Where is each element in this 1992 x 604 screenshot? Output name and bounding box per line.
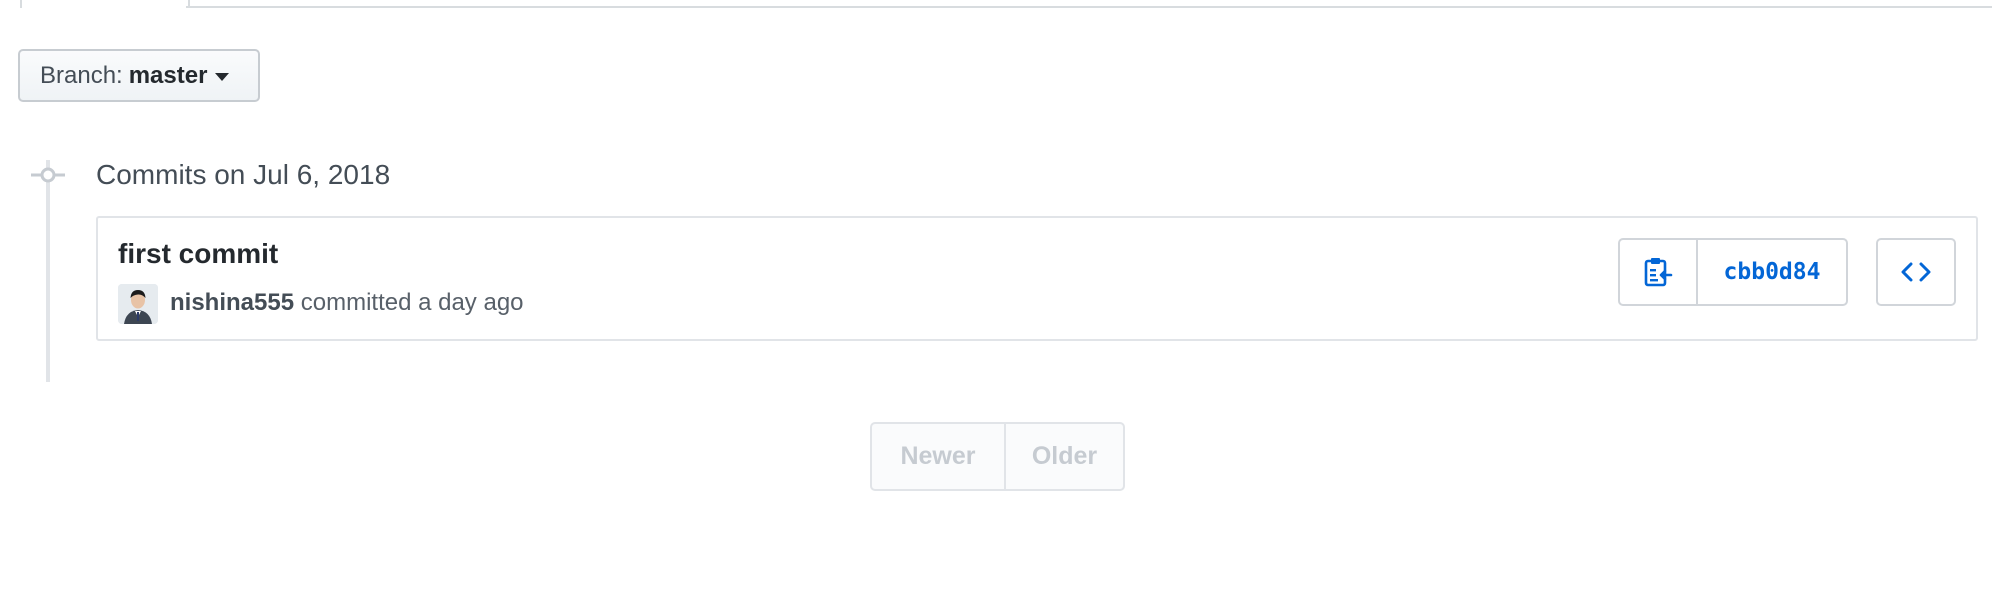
chevron-down-icon — [215, 73, 230, 81]
sha-button-group: cbb0d84 — [1618, 238, 1848, 306]
tab-strip — [0, 0, 1992, 8]
tab-underline — [186, 6, 1992, 8]
newer-button[interactable]: Newer — [872, 424, 1006, 489]
copy-sha-button[interactable] — [1620, 240, 1698, 304]
commit-meta-text: committed a day ago — [300, 289, 524, 316]
clippy-icon — [1644, 258, 1673, 287]
commit-meta: nishina555 committed a day ago — [170, 288, 524, 318]
commit-title-link[interactable]: first commit — [118, 238, 278, 270]
pagination: Newer Older — [870, 422, 1125, 491]
timeline-line — [46, 160, 50, 382]
branch-name: master — [128, 61, 208, 89]
avatar[interactable] — [118, 284, 158, 324]
branch-label: Branch: — [40, 61, 123, 89]
older-button[interactable]: Older — [1006, 424, 1123, 489]
selected-tab-edge — [20, 0, 190, 8]
git-commit-icon — [31, 167, 65, 183]
commit-group-heading: Commits on Jul 6, 2018 — [96, 159, 391, 190]
commit-sha-link[interactable]: cbb0d84 — [1698, 240, 1846, 304]
branch-select-button[interactable]: Branch: master — [18, 49, 260, 102]
commit-item: first commit nishina555 committed a day … — [96, 216, 1978, 341]
code-icon — [1901, 262, 1931, 282]
commit-author-link[interactable]: nishina555 — [170, 289, 294, 316]
browse-repository-button[interactable] — [1876, 238, 1956, 306]
